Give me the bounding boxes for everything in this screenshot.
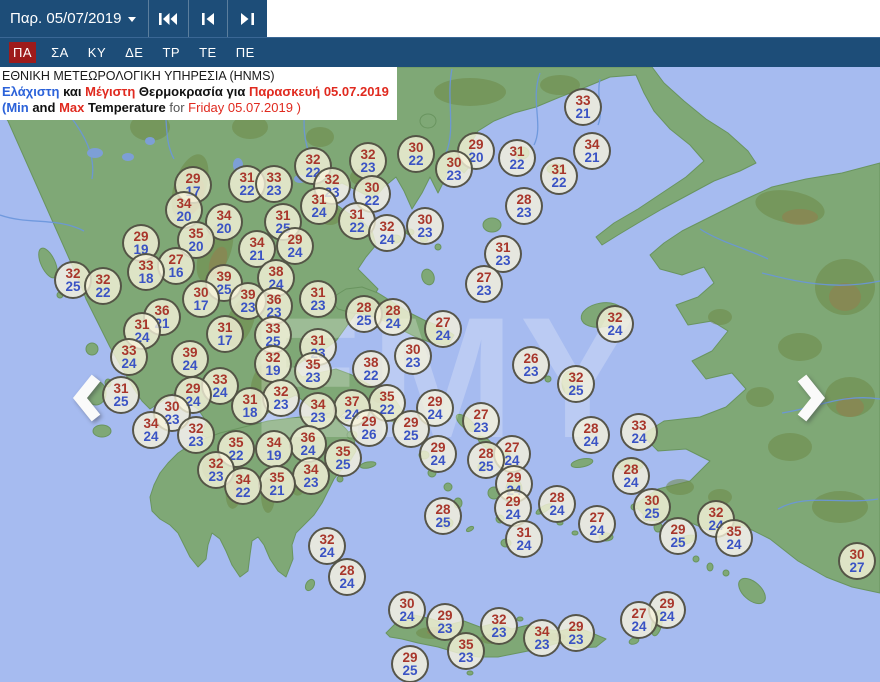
station-marker: 34 19 xyxy=(255,430,293,468)
station-marker: 27 24 xyxy=(620,601,658,639)
weather-map: ΕΜΥ 33 21 29 20 34 21 30 22 31 22 32 23 32 22 30 23 31 22… xyxy=(0,67,880,682)
skip-first-button[interactable] xyxy=(149,0,189,37)
station-marker: 28 25 xyxy=(424,497,462,535)
top-toolbar: Παρ. 05/07/2019 xyxy=(0,0,880,37)
station-marker: 29 26 xyxy=(350,409,388,447)
station-marker: 30 23 xyxy=(435,150,473,188)
map-previous-arrow-button[interactable] xyxy=(68,370,108,426)
station-marker: 32 25 xyxy=(557,365,595,403)
station-marker: 32 19 xyxy=(254,345,292,383)
station-marker: 39 24 xyxy=(171,340,209,378)
station-marker: 28 24 xyxy=(328,558,366,596)
day-tab-ΚΥ[interactable]: ΚΥ xyxy=(84,42,110,63)
day-tab-ΠΕ[interactable]: ΠΕ xyxy=(232,42,259,63)
map-next-arrow-button[interactable] xyxy=(790,370,830,426)
station-marker: 31 22 xyxy=(498,139,536,177)
station-marker: 35 24 xyxy=(715,519,753,557)
info-line1: ΕΘΝΙΚΗ ΜΕΤΕΩΡΟΛΟΓΙΚΗ ΥΠΗΡΕΣΙΑ (HNMS) xyxy=(2,69,275,83)
station-marker: 31 22 xyxy=(540,157,578,195)
station-marker: 32 24 xyxy=(596,305,634,343)
station-marker: 33 23 xyxy=(255,165,293,203)
skip-first-icon xyxy=(159,12,178,25)
station-marker: 30 27 xyxy=(838,542,876,580)
station-marker: 31 18 xyxy=(231,387,269,425)
station-marker: 30 24 xyxy=(388,591,426,629)
chevron-left-icon xyxy=(72,374,101,422)
station-marker: 35 23 xyxy=(447,632,485,670)
station-marker: 30 23 xyxy=(394,337,432,375)
station-marker: 34 22 xyxy=(224,467,262,505)
station-marker: 30 22 xyxy=(397,135,435,173)
station-marker: 27 24 xyxy=(578,505,616,543)
station-marker: 31 24 xyxy=(505,520,543,558)
date-label: Παρ. 05/07/2019 xyxy=(10,10,122,27)
station-marker: 32 22 xyxy=(84,267,122,305)
date-dropdown-button[interactable]: Παρ. 05/07/2019 xyxy=(0,0,150,37)
station-marker: 34 24 xyxy=(132,411,170,449)
station-marker: 3123 xyxy=(299,280,337,318)
station-marker: 31 17 xyxy=(206,315,244,353)
station-marker: 35 21 xyxy=(258,465,296,503)
station-marker: 28 24 xyxy=(572,416,610,454)
station-marker: 35 25 xyxy=(324,439,362,477)
chevron-right-icon xyxy=(797,374,826,422)
station-marker: 35 23 xyxy=(294,352,332,390)
day-tab-ΔΕ[interactable]: ΔΕ xyxy=(121,42,147,63)
day-tab-ΣΑ[interactable]: ΣΑ xyxy=(47,42,73,63)
station-marker: 34 21 xyxy=(573,132,611,170)
station-marker: 3223 xyxy=(177,416,215,454)
station-marker: 3223 xyxy=(480,607,518,645)
previous-day-icon xyxy=(201,12,214,25)
station-marker: 34 23 xyxy=(523,619,561,657)
station-marker: 29 25 xyxy=(391,645,429,682)
station-marker: 30 17 xyxy=(182,280,220,318)
info-line3: (Min and Max Temperature for Friday 05.0… xyxy=(2,100,301,115)
station-marker: 30 23 xyxy=(406,207,444,245)
station-marker: 33 24 xyxy=(620,413,658,451)
next-day-icon xyxy=(241,12,255,25)
station-marker: 28 23 xyxy=(505,187,543,225)
station-marker: 34 23 xyxy=(292,457,330,495)
station-marker: 29 23 xyxy=(557,614,595,652)
station-marker: 33 24 xyxy=(110,338,148,376)
station-marker: 38 22 xyxy=(352,350,390,388)
station-marker: 33 18 xyxy=(127,253,165,291)
dropdown-caret-icon xyxy=(128,17,137,22)
station-marker: 33 21 xyxy=(564,88,602,126)
day-tab-ΠΑ[interactable]: ΠΑ xyxy=(9,42,37,63)
station-marker: 2924 xyxy=(419,435,457,473)
station-marker: 29 25 xyxy=(659,517,697,555)
next-day-button[interactable] xyxy=(228,0,267,37)
info-line2: Ελάχιστη και Μέγιστη Θερμοκρασία για Παρ… xyxy=(2,84,389,99)
station-marker: 32 24 xyxy=(368,214,406,252)
station-marker: 27 23 xyxy=(462,402,500,440)
station-marker: 28 24 xyxy=(538,485,576,523)
date-toolbar-group: Παρ. 05/07/2019 xyxy=(0,0,267,37)
station-marker: 27 24 xyxy=(424,310,462,348)
previous-day-button[interactable] xyxy=(189,0,229,37)
info-box: ΕΘΝΙΚΗ ΜΕΤΕΩΡΟΛΟΓΙΚΗ ΥΠΗΡΕΣΙΑ (HNMS) Ελά… xyxy=(0,67,397,120)
day-tab-ΤΡ[interactable]: ΤΡ xyxy=(158,42,184,63)
station-marker: 31 24 xyxy=(300,187,338,225)
station-marker: 26 23 xyxy=(512,346,550,384)
station-marker: 28 24 xyxy=(374,298,412,336)
day-tabs: ΠΑ ΣΑ ΚΥ ΔΕ ΤΡ ΤΕ ΠΕ xyxy=(0,37,880,67)
station-marker: 27 23 xyxy=(465,265,503,303)
day-tab-ΤΕ[interactable]: ΤΕ xyxy=(195,42,221,63)
